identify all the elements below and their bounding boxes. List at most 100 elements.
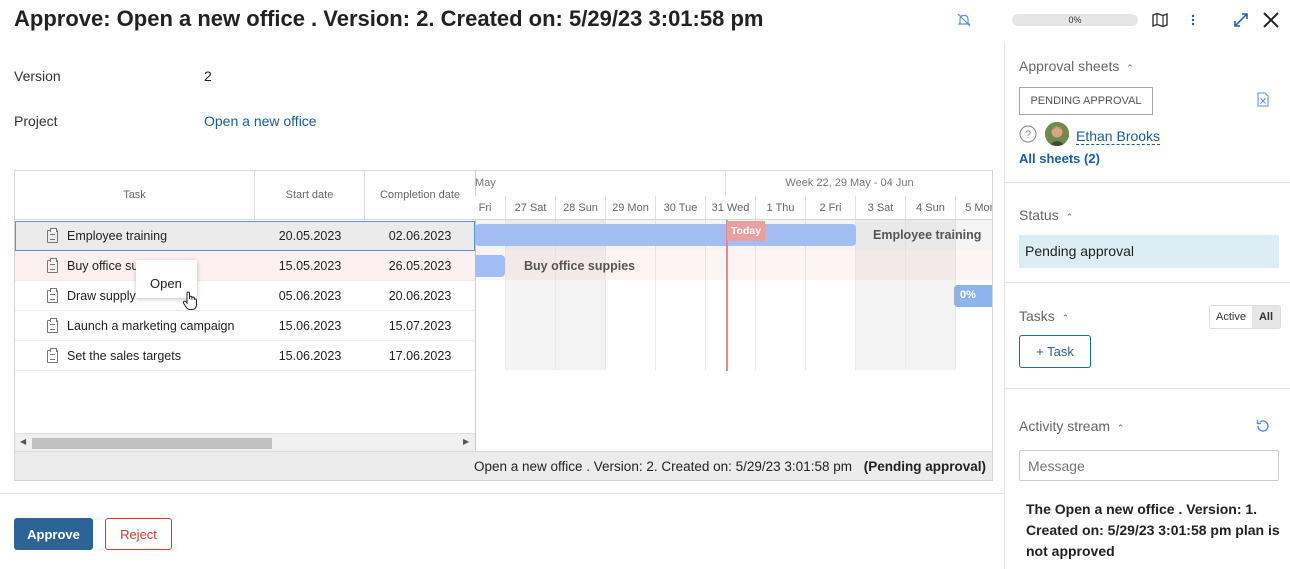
status-title: Status xyxy=(1019,207,1059,223)
task-name: Launch a marketing campaign xyxy=(67,319,235,333)
gantt-bar-employee-training[interactable] xyxy=(475,224,856,246)
gantt-footer: Open a new office . Version: 2. Created … xyxy=(15,451,992,480)
day-header: 6 Fri xyxy=(475,196,505,220)
task-start-date: 15.05.2023 xyxy=(278,259,342,273)
activity-stream-title: Activity stream xyxy=(1019,418,1111,434)
gantt-bar-progress: 0% xyxy=(960,289,976,301)
day-header: 2 Fri xyxy=(805,196,855,220)
project-label: Project xyxy=(14,113,58,129)
task-start-date: 15.06.2023 xyxy=(278,319,342,333)
reject-button[interactable]: Reject xyxy=(105,518,172,550)
refresh-icon[interactable] xyxy=(1255,418,1271,434)
scroll-right-icon[interactable]: ▶ xyxy=(463,437,469,446)
progress-bar: 0% xyxy=(1012,14,1138,26)
gantt-timeline: May Week 22, 29 May - 04 Jun 6 Fri 27 Sa… xyxy=(475,171,992,433)
tasks-title: Tasks xyxy=(1019,308,1055,324)
divider xyxy=(1005,282,1290,283)
close-icon[interactable] xyxy=(1262,11,1280,29)
footer-plan-name: Open a new office . Version: 2. Created … xyxy=(473,459,852,474)
divider xyxy=(1005,388,1290,389)
day-header: 29 Mon xyxy=(605,196,655,220)
table-row[interactable]: Launch a marketing campaign 15.06.2023 1… xyxy=(15,311,475,341)
message-input[interactable] xyxy=(1019,450,1279,481)
status-value: Pending approval xyxy=(1019,235,1279,268)
day-header: 1 Thu xyxy=(755,196,805,220)
today-line xyxy=(726,220,728,371)
day-header: 4 Sun xyxy=(905,196,955,220)
avatar[interactable] xyxy=(1045,122,1069,146)
more-vertical-icon[interactable] xyxy=(1190,12,1196,28)
notifications-off-icon[interactable] xyxy=(956,12,972,28)
pending-approval-badge: PENDING APPROVAL xyxy=(1019,87,1153,115)
week-label: Week 22, 29 May - 04 Jun xyxy=(725,171,992,197)
help-icon[interactable]: ? xyxy=(1019,125,1037,143)
approval-sheets-header[interactable]: Approval sheets ⌃ xyxy=(1019,58,1134,74)
day-header: 30 Tue xyxy=(655,196,705,220)
table-row[interactable]: Set the sales targets 15.06.2023 17.06.2… xyxy=(15,341,475,371)
tasks-filter-active[interactable]: Active xyxy=(1210,306,1252,328)
expand-icon[interactable] xyxy=(1232,11,1250,29)
day-header: 3 Sat xyxy=(855,196,905,220)
day-header: 28 Sun xyxy=(555,196,605,220)
column-header-completion-date[interactable]: Completion date xyxy=(365,171,475,220)
progress-label: 0% xyxy=(1068,15,1082,25)
approver-name-link[interactable]: Ethan Brooks xyxy=(1076,128,1161,145)
day-header: 27 Sat xyxy=(505,196,555,220)
task-end-date: 26.05.2023 xyxy=(388,259,452,273)
page-title: Approve: Open a new office . Version: 2.… xyxy=(14,6,764,31)
svg-text:?: ? xyxy=(1025,129,1031,141)
week-label: May xyxy=(475,171,725,197)
divider xyxy=(0,493,1004,494)
map-icon[interactable] xyxy=(1151,11,1169,29)
activity-message: The Open a new office . Version: 1. Crea… xyxy=(1026,501,1280,559)
hand-cursor-icon xyxy=(182,291,198,311)
add-task-button[interactable]: + Task xyxy=(1019,335,1091,368)
task-end-date: 15.07.2023 xyxy=(388,319,452,333)
task-end-date: 20.06.2023 xyxy=(388,289,452,303)
approve-button[interactable]: Approve xyxy=(14,518,93,550)
task-end-date: 02.06.2023 xyxy=(388,229,452,243)
activity-stream-header[interactable]: Activity stream ⌃ xyxy=(1019,418,1124,434)
all-sheets-link[interactable]: All sheets (2) xyxy=(1019,151,1100,166)
task-name: Draw supply xyxy=(67,289,136,303)
task-start-date: 15.06.2023 xyxy=(278,349,342,363)
task-name: Employee training xyxy=(67,229,168,243)
divider xyxy=(1005,182,1290,183)
version-label: Version xyxy=(14,68,61,84)
task-name: Set the sales targets xyxy=(67,349,181,363)
tasks-header[interactable]: Tasks ⌃ xyxy=(1019,308,1069,324)
today-marker: Today xyxy=(727,221,765,241)
excel-file-icon[interactable] xyxy=(1257,92,1269,107)
tasks-filter-toggle: Active All xyxy=(1209,305,1281,329)
right-sidebar: Approval sheets ⌃ PENDING APPROVAL ? Eth… xyxy=(1004,42,1290,569)
project-link[interactable]: Open a new office xyxy=(204,113,317,129)
gantt-chart: Task Start date Completion date Employee… xyxy=(14,170,993,481)
context-menu-open[interactable]: Open xyxy=(150,276,182,291)
day-header: 31 Wed xyxy=(705,196,755,220)
gantt-bar-label: Buy office suppies xyxy=(524,259,636,273)
chevron-up-icon[interactable]: ⌃ xyxy=(1062,313,1070,323)
task-start-date: 20.05.2023 xyxy=(278,229,342,243)
day-header: 5 Mon xyxy=(955,196,992,220)
scrollbar-thumb[interactable] xyxy=(32,438,272,449)
chevron-up-icon[interactable]: ⌃ xyxy=(1066,212,1074,222)
status-header[interactable]: Status ⌃ xyxy=(1019,207,1073,223)
scroll-left-icon[interactable]: ◀ xyxy=(20,437,26,446)
task-end-date: 17.06.2023 xyxy=(388,349,452,363)
tasks-filter-all[interactable]: All xyxy=(1252,306,1280,328)
gantt-bar-buy-office-supplies[interactable] xyxy=(475,255,505,277)
chevron-up-icon[interactable]: ⌃ xyxy=(1117,423,1125,433)
chevron-up-icon[interactable]: ⌃ xyxy=(1126,63,1134,73)
table-row[interactable]: Employee training 20.05.2023 02.06.2023 xyxy=(15,221,475,251)
grid-horizontal-scrollbar[interactable]: ◀ ▶ xyxy=(15,433,475,451)
column-header-task[interactable]: Task xyxy=(15,171,255,220)
gantt-task-grid: Task Start date Completion date Employee… xyxy=(15,171,476,451)
gantt-bar-label: Employee training xyxy=(873,228,982,242)
version-value: 2 xyxy=(204,68,212,84)
table-row[interactable]: Draw supply 05.06.2023 20.06.2023 xyxy=(15,281,475,311)
task-name: Buy office su xyxy=(67,259,139,273)
approval-sheets-title: Approval sheets xyxy=(1019,58,1120,74)
table-row[interactable]: Buy office su 15.05.2023 26.05.2023 xyxy=(15,251,475,281)
column-header-start-date[interactable]: Start date xyxy=(255,171,365,220)
footer-plan-status: (Pending approval) xyxy=(863,459,986,474)
